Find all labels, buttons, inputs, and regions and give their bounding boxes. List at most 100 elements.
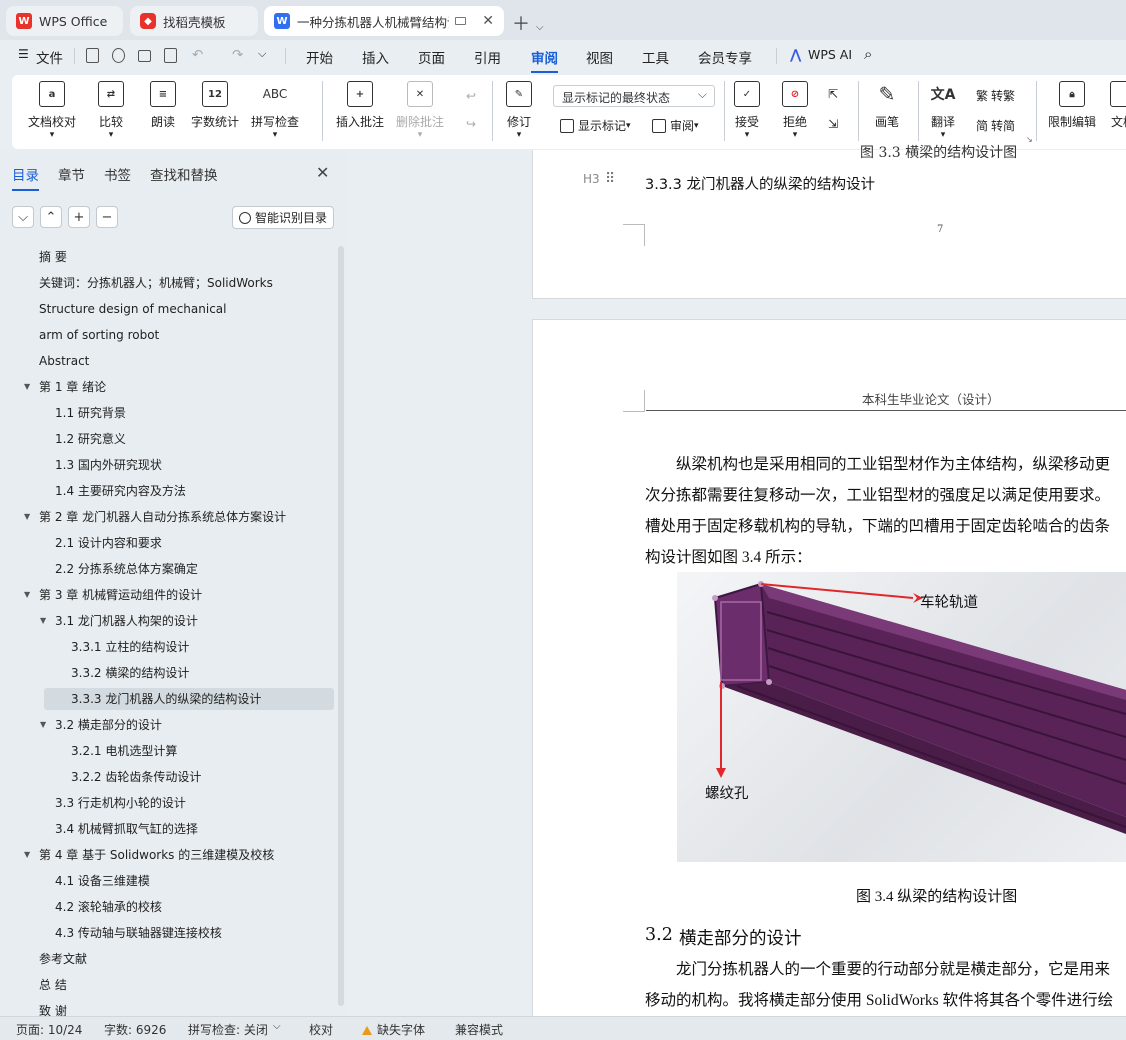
spell-check-chevron-icon[interactable]: ⌵	[273, 1021, 281, 1032]
doc-check-button[interactable]: a 文档校对	[28, 81, 76, 140]
expand-arrow-icon[interactable]: ▼	[24, 584, 30, 606]
undo-icon[interactable]: ↶	[192, 47, 203, 63]
toc-item[interactable]: 3.4 机械臂抓取气缸的选择	[55, 818, 198, 840]
markup-state-select[interactable]: 显示标记的最终状态	[553, 85, 715, 107]
search-icon[interactable]: ⌕	[864, 45, 872, 63]
toc-item[interactable]: 4.3 传动轴与联轴器键连接校核	[55, 922, 222, 944]
redo-icon[interactable]: ↷	[232, 47, 243, 63]
translate-button[interactable]: 文A 翻译	[930, 81, 956, 140]
toc-item[interactable]: ▼ 第 1 章 绪论	[24, 376, 106, 398]
toc-item[interactable]: 2.1 设计内容和要求	[55, 532, 162, 554]
menu-references[interactable]: 引用	[474, 47, 501, 67]
page-indicator[interactable]: 页面: 10/24	[16, 1021, 82, 1038]
to-simplified-button[interactable]: 简转简	[976, 117, 1015, 134]
close-tab-icon[interactable]: ✕	[482, 13, 494, 29]
menu-home[interactable]: 开始	[306, 47, 333, 67]
review-pane-button[interactable]: 审阅	[652, 117, 699, 134]
drag-handle-icon[interactable]: ⠿	[605, 171, 615, 187]
spell-check-status[interactable]: 拼写检查: 关闭	[188, 1021, 268, 1038]
toc-item[interactable]: 1.3 国内外研究现状	[55, 454, 162, 476]
menu-insert[interactable]: 插入	[362, 47, 389, 67]
menu-view[interactable]: 视图	[586, 47, 613, 67]
remove-heading-button[interactable]: −	[96, 206, 118, 228]
tab-document[interactable]: W 一种分拣机器人机械臂结构设计 ✕	[264, 6, 504, 36]
chevron-down-icon[interactable]: ⌵	[536, 22, 544, 33]
to-traditional-button[interactable]: 繁转繁	[976, 87, 1015, 104]
expand-arrow-icon[interactable]: ▼	[40, 610, 46, 632]
reject-button[interactable]: ⊘ 拒绝	[782, 81, 808, 140]
spell-check-button[interactable]: ABC 拼写检查	[251, 81, 299, 140]
word-count[interactable]: 字数: 6926	[104, 1021, 166, 1038]
pen-button[interactable]: ✎ 画笔	[874, 81, 900, 130]
tab-bookmarks[interactable]: 书签	[104, 164, 131, 184]
restrict-edit-button[interactable]: 🔒︎ 限制编辑	[1048, 81, 1096, 130]
toc-item[interactable]: 3.3 行走机构小轮的设计	[55, 792, 186, 814]
toc-item[interactable]: 3.3.1 立柱的结构设计	[71, 636, 189, 658]
dialog-launcher-icon[interactable]: ↘	[1026, 135, 1033, 144]
tab-template[interactable]: ◆ 找稻壳模板	[130, 6, 258, 36]
compare-button[interactable]: ⇄ 比较	[98, 81, 124, 140]
accept-button[interactable]: ✓ 接受	[734, 81, 760, 140]
toc-item[interactable]: 2.2 分拣系统总体方案确定	[55, 558, 198, 580]
expand-arrow-icon[interactable]: ▼	[24, 376, 30, 398]
menu-member[interactable]: 会员专享	[698, 47, 752, 67]
monitor-icon[interactable]	[455, 17, 466, 25]
toc-item[interactable]: 摘 要	[39, 246, 67, 268]
cloud-icon[interactable]	[112, 48, 125, 63]
toc-item[interactable]: ▼ 3.1 龙门机器人构架的设计	[40, 610, 198, 632]
prev-comment-icon[interactable]: ↩	[466, 89, 476, 103]
tab-find-replace[interactable]: 查找和替换	[150, 164, 218, 184]
menu-page[interactable]: 页面	[418, 47, 445, 67]
toc-item[interactable]: ▼ 第 4 章 基于 Solidworks 的三维建模及校核	[24, 844, 274, 866]
read-aloud-button[interactable]: ≡ 朗读	[150, 81, 176, 130]
delete-comment-button[interactable]: ✕ 删除批注	[396, 81, 444, 140]
revise-button[interactable]: ✎ 修订	[506, 81, 532, 140]
new-tab-button[interactable]: ＋ ⌵	[512, 10, 544, 36]
proofread-status[interactable]: 校对	[309, 1021, 333, 1038]
menu-tools[interactable]: 工具	[642, 47, 669, 67]
add-heading-button[interactable]: +	[68, 206, 90, 228]
toc-item[interactable]: ▼ 第 2 章 龙门机器人自动分拣系统总体方案设计	[24, 506, 286, 528]
toc-item[interactable]: 3.2.1 电机选型计算	[71, 740, 177, 762]
toc-item[interactable]: 参考文献	[39, 948, 87, 970]
doc-more-button[interactable]: 文档	[1110, 81, 1126, 130]
tab-wps-office[interactable]: W WPS Office	[6, 6, 123, 36]
toc-item[interactable]: 总 结	[39, 974, 67, 996]
menu-review[interactable]: 审阅	[531, 47, 558, 73]
smart-toc-button[interactable]: 智能识别目录	[232, 206, 334, 229]
toc-item[interactable]: 1.4 主要研究内容及方法	[55, 480, 186, 502]
toc-item[interactable]: 3.3.2 横梁的结构设计	[71, 662, 189, 684]
prev-change-icon[interactable]: ⇱	[828, 87, 838, 101]
close-pane-icon[interactable]: ✕	[316, 163, 329, 182]
collapse-all-button[interactable]: ⌵	[12, 206, 34, 228]
toc-item[interactable]: 3.3.3 龙门机器人的纵梁的结构设计	[44, 688, 334, 710]
toc-item[interactable]: 3.2.2 齿轮齿条传动设计	[71, 766, 201, 788]
print-icon[interactable]	[138, 50, 151, 62]
expand-arrow-icon[interactable]: ▼	[24, 506, 30, 528]
expand-arrow-icon[interactable]: ▼	[24, 844, 30, 866]
menu-wps-ai[interactable]: WPS AI	[808, 47, 852, 62]
word-count-button[interactable]: 12 字数统计	[191, 81, 239, 130]
toc-item[interactable]: 关键词：分拣机器人；机械臂；SolidWorks	[39, 272, 273, 294]
print-preview-icon[interactable]	[164, 48, 177, 63]
insert-comment-button[interactable]: + 插入批注	[336, 81, 384, 130]
next-comment-icon[interactable]: ↪	[466, 117, 476, 131]
quick-access-chevron-icon[interactable]: ⌵	[258, 47, 266, 61]
toc-item[interactable]: 1.2 研究意义	[55, 428, 126, 450]
save-icon[interactable]	[86, 48, 99, 63]
toc-item[interactable]: 4.1 设备三维建模	[55, 870, 150, 892]
expand-up-button[interactable]: ⌃	[40, 206, 62, 228]
pane-scrollbar[interactable]	[338, 246, 344, 1006]
next-change-icon[interactable]: ⇲	[828, 117, 838, 131]
heading-level-marker[interactable]: H3	[583, 172, 600, 186]
expand-arrow-icon[interactable]: ▼	[40, 714, 46, 736]
toc-item[interactable]: 4.2 滚轮轴承的校核	[55, 896, 162, 918]
toc-item[interactable]: ▼ 第 3 章 机械臂运动组件的设计	[24, 584, 202, 606]
tab-toc[interactable]: 目录	[12, 164, 39, 191]
toc-item[interactable]: ▼ 3.2 横走部分的设计	[40, 714, 162, 736]
toc-item[interactable]: Abstract	[39, 350, 89, 372]
menu-file[interactable]: 文件	[36, 47, 63, 67]
missing-font-status[interactable]: 缺失字体	[362, 1021, 425, 1038]
show-markup-button[interactable]: 显示标记	[560, 117, 631, 134]
toc-item[interactable]: 1.1 研究背景	[55, 402, 126, 424]
